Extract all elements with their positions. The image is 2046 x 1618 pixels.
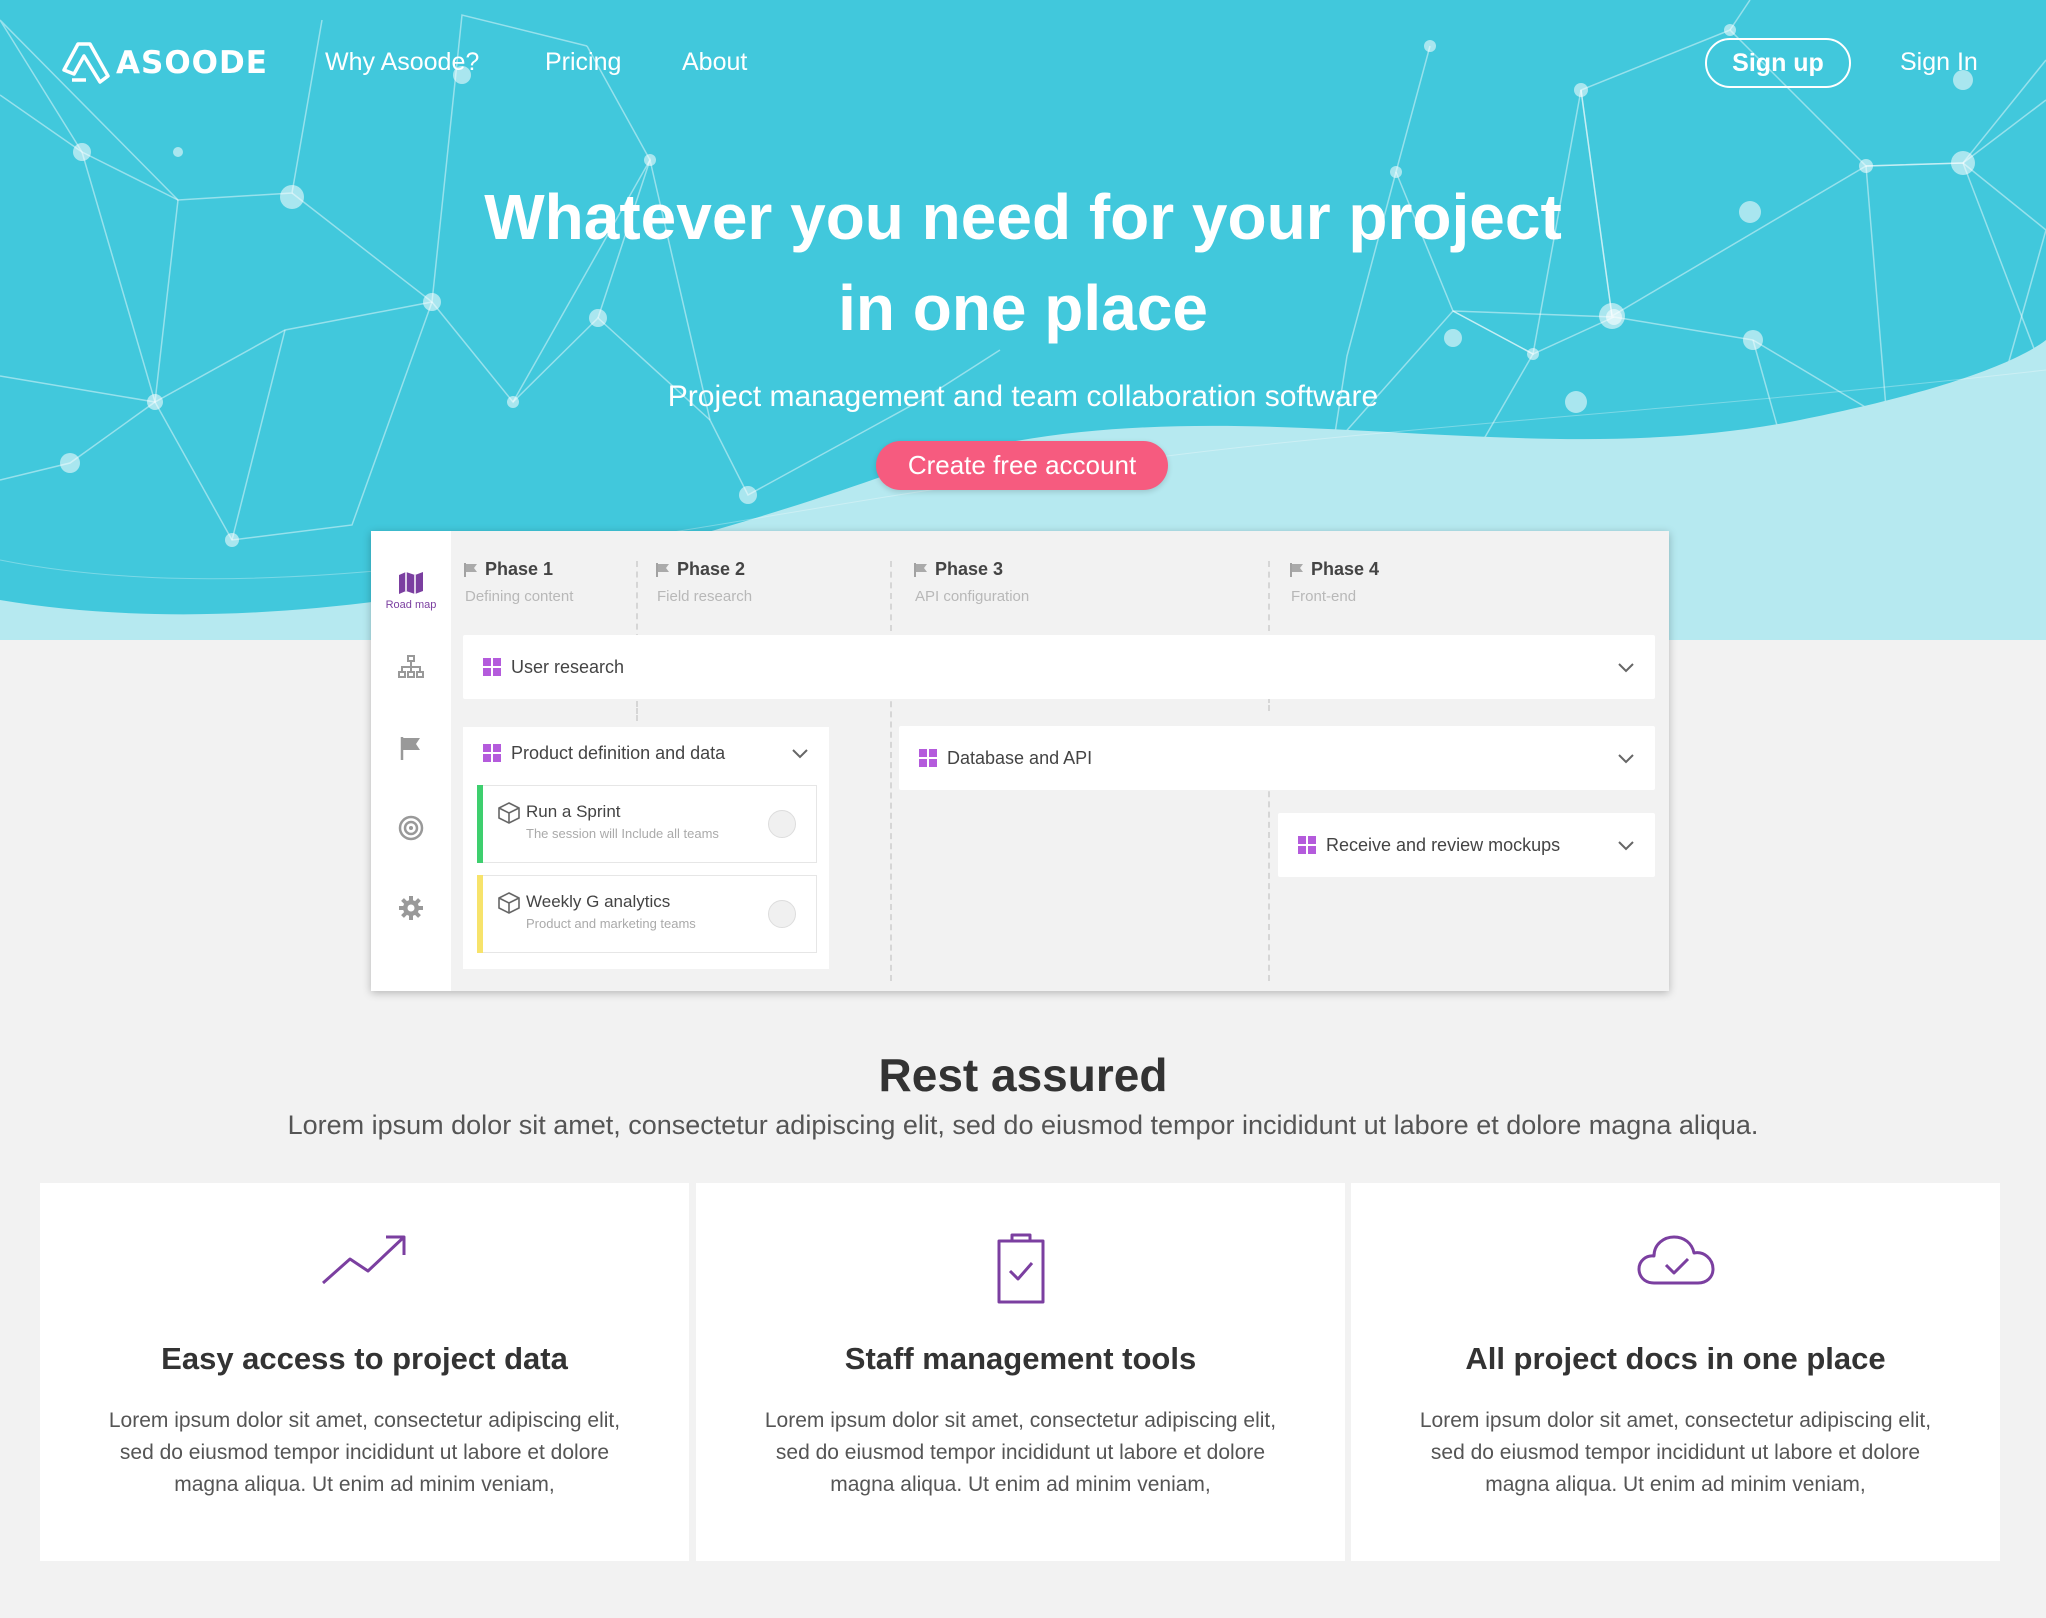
- bar-label: Receive and review mockups: [1326, 834, 1561, 855]
- phase-divider: [636, 701, 638, 721]
- cloud-check-icon: [1637, 1235, 1714, 1285]
- task-card[interactable]: Run a Sprint The session will Include al…: [477, 785, 817, 863]
- chevron-down-icon[interactable]: [1617, 837, 1635, 853]
- feature-text: Lorem ipsum dolor sit amet, consectetur …: [108, 1409, 621, 1496]
- phase-description: Field research: [657, 588, 753, 605]
- section-title: Rest assured: [878, 1049, 1168, 1101]
- task-subtitle: Product and marketing teams: [526, 916, 696, 931]
- sign-in-link[interactable]: Sign In: [1900, 48, 1978, 77]
- roadmap-group-product-definition: Product definition and data Run a Sprint…: [463, 727, 829, 969]
- section-subtitle: Lorem ipsum dolor sit amet, consectetur …: [287, 1110, 1759, 1140]
- flag-icon: [400, 737, 420, 760]
- bar-label: Database and API: [947, 747, 1093, 768]
- phase-name: Phase 4: [1311, 559, 1380, 579]
- phase-divider: [890, 561, 892, 631]
- feature-card-staff-tools: Staff management tools Lorem ipsum dolor…: [696, 1183, 1345, 1561]
- hero-title-line1: Whatever you need for your project: [484, 181, 1562, 253]
- phase-divider: [1268, 781, 1270, 981]
- roadmap-bar-database-api[interactable]: Database and API: [899, 726, 1655, 790]
- phase-name: Phase 3: [935, 559, 1004, 579]
- phase-divider: [1268, 561, 1270, 631]
- sidebar-roadmap-label: Road map: [385, 599, 437, 611]
- brand-logo[interactable]: ASOODE: [60, 40, 268, 86]
- hero-subtitle: Project management and team collaboratio…: [667, 380, 1379, 413]
- task-title: Run a Sprint: [526, 802, 621, 821]
- grid-icon: [483, 744, 501, 762]
- phase-description: Front-end: [1291, 588, 1357, 605]
- avatar[interactable]: [768, 810, 796, 838]
- avatar[interactable]: [768, 900, 796, 928]
- brand-name: ASOODE: [116, 45, 268, 81]
- bar-label: User research: [511, 656, 625, 677]
- phase-name: Phase 1: [485, 559, 554, 579]
- roadmap-bar-user-research[interactable]: User research: [463, 635, 1655, 699]
- cube-icon: [498, 802, 520, 824]
- sidebar-item-milestones[interactable]: [371, 735, 451, 761]
- sidebar-item-goals[interactable]: [371, 815, 451, 841]
- feature-title: All project docs in one place: [1465, 1341, 1886, 1376]
- feature-text: Lorem ipsum dolor sit amet, consectetur …: [764, 1409, 1277, 1496]
- target-icon: [398, 815, 424, 841]
- roadmap-icon: [399, 572, 423, 594]
- flag-icon: [656, 562, 669, 577]
- asoode-logo-icon: [62, 42, 110, 84]
- grid-icon: [483, 658, 501, 676]
- clipboard-check-icon: [997, 1233, 1044, 1304]
- org-chart-icon: [398, 655, 424, 678]
- task-subtitle: The session will Include all teams: [526, 826, 719, 841]
- feature-card-project-data: Easy access to project data Lorem ipsum …: [40, 1183, 689, 1561]
- phase-description: Defining content: [465, 588, 574, 605]
- chevron-down-icon[interactable]: [1617, 659, 1635, 675]
- feature-text: Lorem ipsum dolor sit amet, consectetur …: [1419, 1409, 1932, 1496]
- feature-card-project-docs: All project docs in one place Lorem ipsu…: [1351, 1183, 2000, 1561]
- sidebar-item-roadmap[interactable]: Road map: [371, 571, 451, 611]
- chevron-down-icon[interactable]: [791, 745, 809, 761]
- trending-up-icon: [321, 1235, 405, 1285]
- settings-icon: [399, 896, 423, 920]
- nav-why-asoode[interactable]: Why Asoode?: [325, 48, 479, 77]
- flag-icon: [914, 562, 927, 577]
- feature-title: Easy access to project data: [161, 1341, 568, 1376]
- cube-icon: [498, 892, 520, 914]
- hero-title-line2: in one place: [838, 272, 1208, 344]
- task-title: Weekly G analytics: [526, 892, 671, 911]
- top-navigation: ASOODE Why Asoode? Pricing About Sign up…: [0, 0, 2046, 130]
- task-color-stripe: [477, 785, 483, 863]
- flag-icon: [1290, 562, 1303, 577]
- phase-divider: [890, 681, 892, 981]
- task-color-stripe: [477, 875, 483, 953]
- sign-up-button[interactable]: Sign up: [1705, 38, 1851, 88]
- task-card[interactable]: Weekly G analytics Product and marketing…: [477, 875, 817, 953]
- group-header[interactable]: Product definition and data: [463, 727, 829, 779]
- grid-icon: [919, 749, 937, 767]
- app-sidebar: Road map: [371, 531, 451, 991]
- sidebar-item-settings[interactable]: [371, 895, 451, 921]
- nav-about[interactable]: About: [682, 48, 747, 77]
- bar-label: Product definition and data: [511, 742, 726, 763]
- phase-column-2[interactable]: Phase 2 Field research: [655, 559, 752, 605]
- roadmap-bar-mockups[interactable]: Receive and review mockups: [1278, 813, 1655, 877]
- phase-column-4[interactable]: Phase 4 Front-end: [1289, 559, 1379, 605]
- chevron-down-icon[interactable]: [1617, 750, 1635, 766]
- feature-title: Staff management tools: [844, 1341, 1197, 1376]
- create-account-button[interactable]: Create free account: [876, 441, 1168, 490]
- phase-name: Phase 2: [677, 559, 746, 579]
- nav-pricing[interactable]: Pricing: [545, 48, 621, 77]
- roadmap-app-preview: Road map Phase 1 Defining content Phase …: [371, 531, 1669, 991]
- roadmap-board: Phase 1 Defining content Phase 2 Field r…: [451, 531, 1669, 991]
- phase-column-3[interactable]: Phase 3 API configuration: [913, 559, 1029, 605]
- sidebar-item-structure[interactable]: [371, 655, 451, 679]
- phase-description: API configuration: [915, 588, 1030, 605]
- grid-icon: [1298, 836, 1316, 854]
- phase-column-1[interactable]: Phase 1 Defining content: [463, 559, 573, 605]
- flag-icon: [464, 562, 477, 577]
- hero-title: Whatever you need for your project in on…: [323, 172, 1723, 354]
